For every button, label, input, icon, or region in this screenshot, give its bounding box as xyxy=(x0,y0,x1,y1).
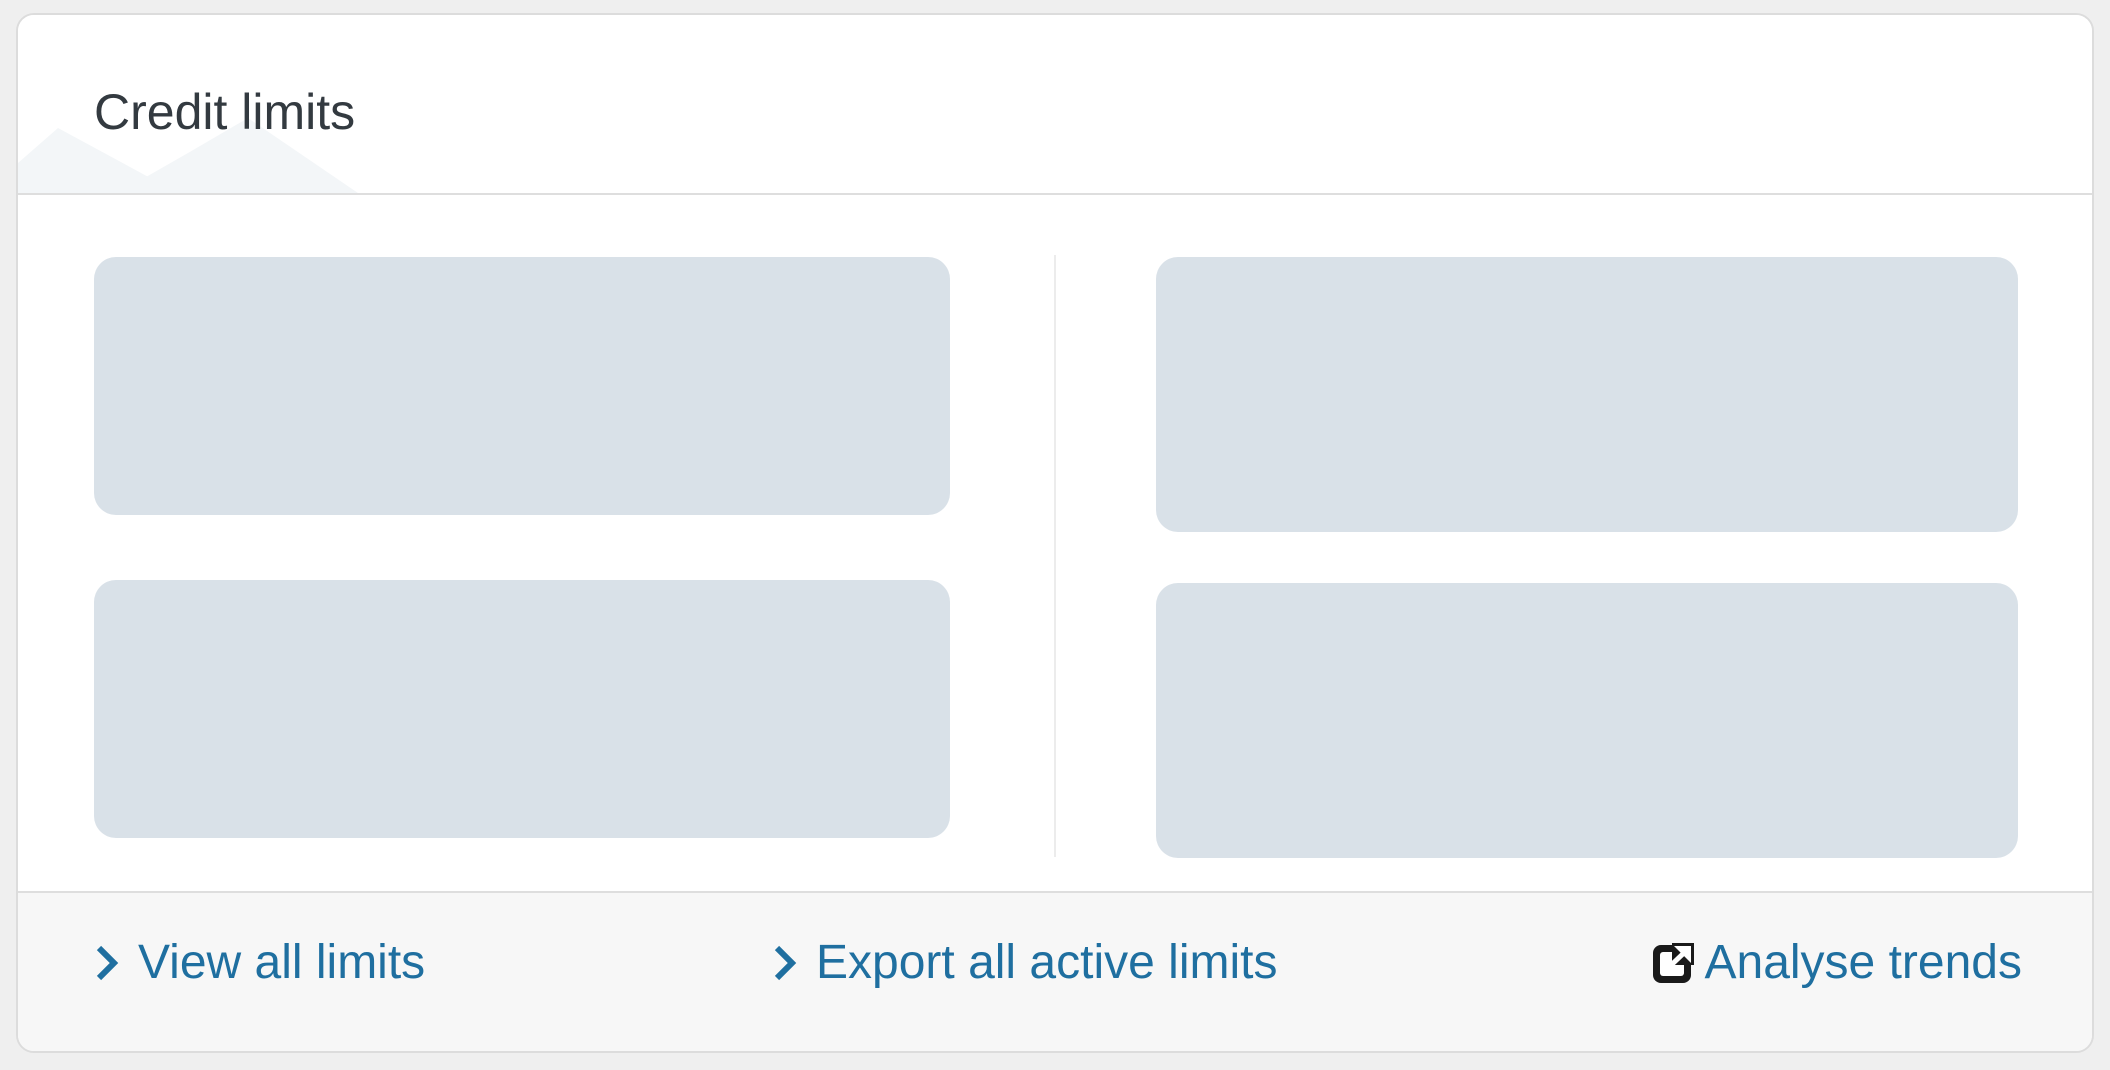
external-link-icon xyxy=(1653,943,1695,983)
column-divider xyxy=(1054,255,1056,857)
view-all-limits-link[interactable]: View all limits xyxy=(94,939,425,987)
export-active-limits-label: Export all active limits xyxy=(816,936,1278,989)
loading-placeholder xyxy=(94,257,950,515)
view-all-limits-label: View all limits xyxy=(138,936,426,989)
chevron-right-icon xyxy=(774,945,797,981)
loading-placeholder xyxy=(94,580,950,838)
card-title: Credit limits xyxy=(94,84,356,140)
loading-placeholder xyxy=(1156,257,2018,532)
loading-placeholder xyxy=(1156,583,2018,858)
card-footer: View all limits Export all active limits… xyxy=(18,891,2092,1051)
export-active-limits-link[interactable]: Export all active limits xyxy=(772,939,1277,987)
chevron-right-icon xyxy=(96,945,119,981)
card-header: Credit limits xyxy=(18,15,2092,195)
analyse-trends-link[interactable]: Analyse trends xyxy=(1650,939,2022,987)
card-body xyxy=(18,195,2092,911)
credit-limits-card: Credit limits View all limits Export all… xyxy=(16,13,2094,1053)
analyse-trends-label: Analyse trends xyxy=(1704,936,2022,989)
